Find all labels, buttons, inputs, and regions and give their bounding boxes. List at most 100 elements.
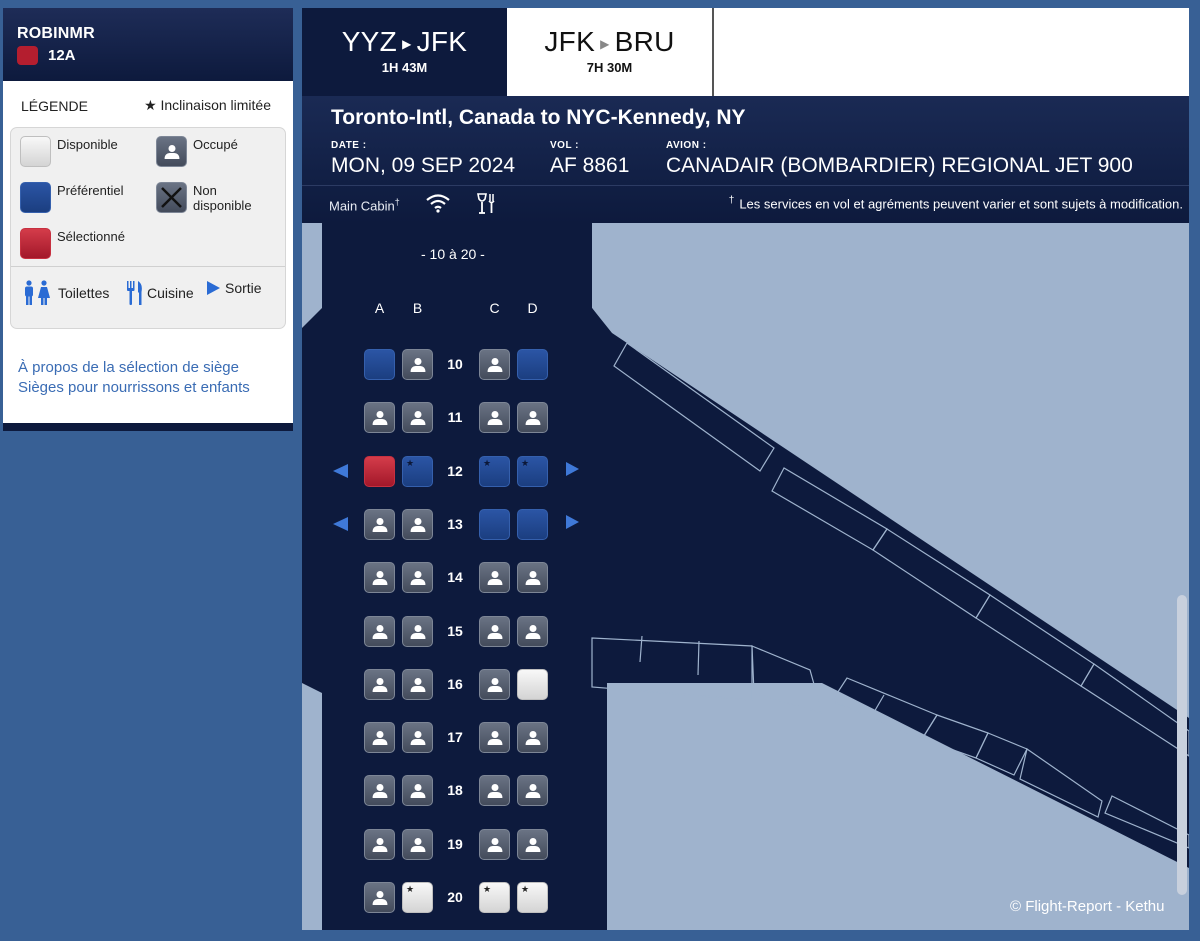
seat-12a[interactable]: [364, 456, 395, 487]
seat-16a[interactable]: [364, 669, 395, 700]
seat-11c[interactable]: [479, 402, 510, 433]
seat-15d[interactable]: [517, 616, 548, 647]
person-icon: [487, 730, 502, 745]
available-seat-icon: [20, 136, 51, 167]
person-icon: [410, 624, 425, 639]
seat-17d[interactable]: [517, 722, 548, 753]
person-icon: [372, 730, 387, 745]
seat-17b[interactable]: [402, 722, 433, 753]
seat-12d[interactable]: ★: [517, 456, 548, 487]
person-icon: [525, 624, 540, 639]
person-icon: [525, 410, 540, 425]
column-label-c: C: [489, 300, 500, 316]
seat-10c[interactable]: [479, 349, 510, 380]
tab-origin: YYZ: [341, 26, 398, 57]
person-icon: [487, 837, 502, 852]
seat-20c[interactable]: ★: [479, 882, 510, 913]
seat-18c[interactable]: [479, 775, 510, 806]
limited-recline-star-icon: ★: [406, 884, 415, 894]
seat-20a[interactable]: [364, 882, 395, 913]
seat-18a[interactable]: [364, 775, 395, 806]
tab-yyz-jfk[interactable]: YYZ ▶ JFK 1H 43M: [302, 8, 507, 96]
legend-available: Disponible: [57, 137, 118, 152]
seat-10d[interactable]: [517, 349, 548, 380]
column-label-a: A: [374, 300, 385, 316]
seat-11b[interactable]: [402, 402, 433, 433]
seat-10a[interactable]: [364, 349, 395, 380]
seat-11d[interactable]: [517, 402, 548, 433]
seat-11a[interactable]: [364, 402, 395, 433]
seat-13c[interactable]: [479, 509, 510, 540]
row-number: 13: [447, 516, 463, 532]
seat-14b[interactable]: [402, 562, 433, 593]
lavatory-icon: [25, 280, 50, 305]
photo-credit: © Flight-Report - Kethu: [1010, 898, 1165, 915]
person-icon: [372, 570, 387, 585]
infant-child-seats-link[interactable]: Sièges pour nourrissons et enfants: [18, 378, 250, 398]
seat-14d[interactable]: [517, 562, 548, 593]
seat-18d[interactable]: [517, 775, 548, 806]
legend-galley: Cuisine: [147, 285, 194, 301]
legend-title: LÉGENDE: [21, 97, 88, 114]
person-icon: [410, 410, 425, 425]
seat-map-panel: YYZ ▶ JFK 1H 43M JFK ▶ BRU 7H 30M Toronto-In…: [302, 8, 1189, 930]
flight-number: AF 8861: [550, 154, 630, 177]
row-number: 11: [447, 409, 463, 425]
seat-19d[interactable]: [517, 829, 548, 860]
exit-right-arrow-icon: [566, 515, 579, 529]
person-icon: [410, 837, 425, 852]
seat-12c[interactable]: ★: [479, 456, 510, 487]
seat-19a[interactable]: [364, 829, 395, 860]
person-icon: [410, 357, 425, 372]
person-icon: [487, 410, 502, 425]
dining-icon: [477, 193, 495, 214]
panel-bottom-bar: [3, 423, 293, 431]
seat-16b[interactable]: [402, 669, 433, 700]
unavailable-seat-icon: [156, 182, 187, 213]
tab-jfk-bru[interactable]: JFK ▶ BRU 7H 30M: [507, 8, 714, 96]
person-icon: [410, 517, 425, 532]
row-number: 19: [447, 836, 463, 852]
seat-13b[interactable]: [402, 509, 433, 540]
aircraft-seat-map: - 10 à 20 - A B C D 10 11 ★ ★ ★ 12 13 14 15 16 17 1…: [302, 223, 1189, 930]
person-icon: [372, 677, 387, 692]
person-icon: [410, 570, 425, 585]
row-number: 10: [447, 356, 463, 372]
seat-10b[interactable]: [402, 349, 433, 380]
aircraft-label: AVION :: [666, 140, 707, 151]
row-range-label: - 10 à 20 -: [421, 246, 485, 262]
seat-selection-info-link[interactable]: À propos de la sélection de siège: [18, 358, 250, 378]
date-label: DATE :: [331, 140, 367, 151]
person-icon: [487, 677, 502, 692]
seat-19c[interactable]: [479, 829, 510, 860]
seat-16d[interactable]: [517, 669, 548, 700]
person-icon: [372, 890, 387, 905]
seat-15c[interactable]: [479, 616, 510, 647]
seat-legend-panel: ROBINMR 12A LÉGENDE ★ Inclinaison limité…: [3, 8, 293, 431]
seat-17c[interactable]: [479, 722, 510, 753]
seat-16c[interactable]: [479, 669, 510, 700]
limited-recline-star-icon: ★: [521, 458, 530, 468]
seat-14c[interactable]: [479, 562, 510, 593]
seat-15a[interactable]: [364, 616, 395, 647]
seat-15b[interactable]: [402, 616, 433, 647]
seat-13a[interactable]: [364, 509, 395, 540]
row-number: 14: [447, 569, 463, 585]
seat-18b[interactable]: [402, 775, 433, 806]
limited-recline-star-icon: ★: [483, 884, 492, 894]
limited-recline-star-icon: ★: [483, 458, 492, 468]
seat-20d[interactable]: ★: [517, 882, 548, 913]
person-icon: [525, 730, 540, 745]
seat-20b[interactable]: ★: [402, 882, 433, 913]
person-icon: [372, 410, 387, 425]
passenger-header[interactable]: ROBINMR 12A: [3, 8, 293, 81]
seat-17a[interactable]: [364, 722, 395, 753]
person-icon: [525, 570, 540, 585]
seat-12b[interactable]: ★: [402, 456, 433, 487]
seat-19b[interactable]: [402, 829, 433, 860]
scrollbar-thumb[interactable]: [1177, 595, 1187, 895]
seat-14a[interactable]: [364, 562, 395, 593]
row-number: 16: [447, 676, 463, 692]
seat-13d[interactable]: [517, 509, 548, 540]
tab-duration: 1H 43M: [381, 60, 428, 75]
